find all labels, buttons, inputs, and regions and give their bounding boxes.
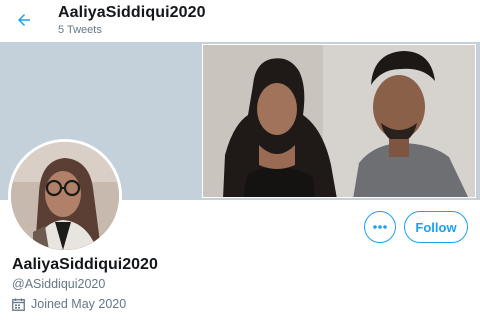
- arrow-left-icon: [18, 14, 30, 26]
- calendar-icon: [12, 298, 25, 311]
- more-options-icon: [373, 225, 387, 229]
- more-options-button[interactable]: [364, 211, 396, 243]
- follow-button[interactable]: Follow: [404, 211, 468, 243]
- joined-date: Joined May 2020: [12, 297, 126, 311]
- back-button[interactable]: [12, 8, 36, 32]
- tweet-count: 5 Tweets: [58, 24, 102, 36]
- avatar[interactable]: [8, 139, 122, 253]
- profile-handle: @ASiddiqui2020: [12, 277, 106, 291]
- header-title: AaliyaSiddiqui2020: [58, 4, 206, 21]
- joined-label: Joined May 2020: [31, 297, 127, 311]
- banner-photo: [202, 44, 476, 198]
- profile-display-name: AaliyaSiddiqui2020: [12, 256, 158, 273]
- profile-header: AaliyaSiddiqui2020 5 Tweets: [0, 0, 480, 42]
